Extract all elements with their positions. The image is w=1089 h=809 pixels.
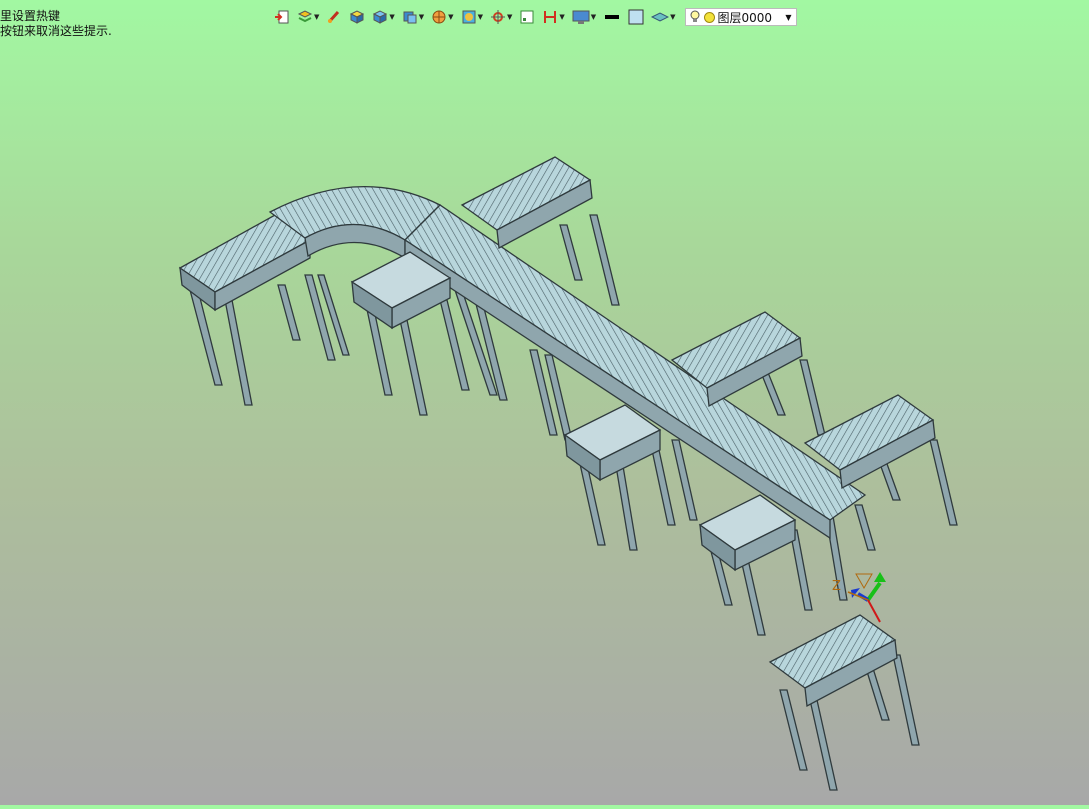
chevron-down-icon: ▼ bbox=[785, 12, 792, 22]
shade-button[interactable]: ▼ bbox=[459, 7, 485, 27]
material-button[interactable]: ▼ bbox=[649, 7, 677, 27]
conveyor-model: Z bbox=[178, 156, 958, 791]
layers-icon bbox=[297, 10, 313, 23]
brush-button[interactable] bbox=[324, 7, 344, 27]
measure-icon bbox=[544, 11, 557, 23]
display-icon bbox=[572, 10, 590, 24]
fill-color-button[interactable] bbox=[626, 7, 646, 27]
layer-dropdown[interactable]: 图层0000 ▼ bbox=[684, 8, 797, 26]
frame-icon bbox=[520, 10, 534, 24]
line-color-icon bbox=[605, 15, 620, 19]
box-yellow-button[interactable] bbox=[347, 7, 367, 27]
frame-button[interactable] bbox=[517, 7, 537, 27]
box-blue-button[interactable]: ▼ bbox=[370, 7, 396, 27]
cube-view-icon bbox=[403, 11, 417, 24]
sphere-icon bbox=[432, 10, 446, 24]
material-icon bbox=[651, 12, 670, 22]
lightbulb-icon bbox=[690, 10, 700, 22]
layers-button[interactable]: ▼ bbox=[295, 7, 321, 27]
brush-icon bbox=[328, 10, 340, 24]
fill-color-icon bbox=[628, 9, 644, 25]
cube-view-button[interactable]: ▼ bbox=[400, 7, 426, 27]
shade-icon bbox=[462, 10, 476, 24]
snap-icon bbox=[490, 10, 505, 24]
line-color-button[interactable] bbox=[601, 7, 623, 27]
import-icon bbox=[275, 10, 289, 24]
conveyor-left bbox=[178, 214, 312, 312]
display-button[interactable]: ▼ bbox=[570, 7, 598, 27]
sphere-button[interactable]: ▼ bbox=[429, 7, 455, 27]
conveyor-main bbox=[403, 204, 867, 540]
box-blue-icon bbox=[373, 10, 388, 24]
3d-viewport[interactable]: Z bbox=[0, 0, 1089, 805]
view-toolbar: ▼ ▼ ▼ ▼ ▼ ▼ ▼ ▼ ▼ 图层0000 ▼ bbox=[272, 6, 797, 28]
measure-button[interactable]: ▼ bbox=[540, 7, 566, 27]
layer-color-dot bbox=[703, 11, 715, 23]
snap-button[interactable]: ▼ bbox=[488, 7, 514, 27]
hint-line-1: 里设置热键 bbox=[0, 9, 61, 23]
box-yellow-icon bbox=[350, 10, 365, 24]
import-button[interactable] bbox=[272, 7, 292, 27]
hint-line-2: 按钮来取消这些提示. bbox=[0, 24, 112, 38]
hint-text: 里设置热键 按钮来取消这些提示. bbox=[0, 9, 112, 39]
layer-name: 图层0000 bbox=[717, 10, 773, 25]
axis-z-label: Z bbox=[832, 579, 841, 594]
